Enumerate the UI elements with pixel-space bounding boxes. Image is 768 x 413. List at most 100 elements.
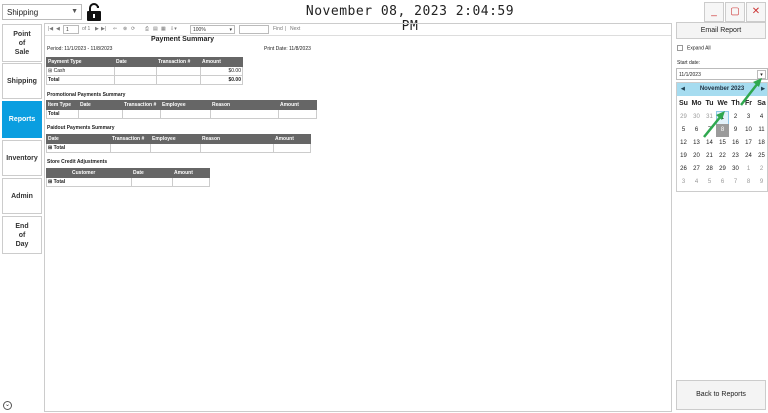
- sidebar-item-label: Inventory: [6, 154, 38, 162]
- calendar-day[interactable]: 15: [716, 137, 729, 150]
- department-dropdown[interactable]: Shipping ▼: [2, 4, 82, 20]
- calendar-day[interactable]: 6: [716, 176, 729, 189]
- back-icon[interactable]: ⇐: [113, 26, 117, 32]
- calendar-day[interactable]: 9: [755, 176, 768, 189]
- prev-page-icon[interactable]: ◀: [56, 26, 60, 32]
- calendar-day[interactable]: 30: [729, 163, 742, 176]
- calendar-day[interactable]: 21: [703, 150, 716, 163]
- export-icon[interactable]: ⇩▾: [170, 26, 177, 32]
- calendar-day[interactable]: 10: [742, 124, 755, 137]
- calendar-month-label: November 2023: [699, 86, 745, 92]
- table-cell: ⊞ Total: [46, 177, 132, 187]
- lock-icon[interactable]: [86, 2, 102, 22]
- promotional-title: Promotional Payments Summary: [47, 92, 126, 98]
- next-month-icon[interactable]: ▶: [761, 83, 765, 96]
- table-row: Total: [46, 109, 317, 119]
- print-layout-icon[interactable]: ▤: [153, 26, 158, 32]
- sidebar-item-point-of-sale[interactable]: Point of Sale: [2, 24, 42, 62]
- find-link[interactable]: Find: [273, 26, 283, 32]
- calendar-day[interactable]: 22: [716, 150, 729, 163]
- calendar-day[interactable]: 3: [677, 176, 690, 189]
- calendar-day[interactable]: 5: [677, 124, 690, 137]
- calendar-day[interactable]: 7: [703, 124, 716, 137]
- calendar-row: 26 27 28 29 30 1 2: [677, 163, 767, 176]
- find-input[interactable]: [239, 25, 269, 34]
- restore-button[interactable]: ▢: [725, 2, 745, 22]
- calendar-day[interactable]: 31: [703, 111, 716, 124]
- sidebar-item-label: Admin: [11, 192, 33, 200]
- start-date-label: Start date:: [677, 60, 701, 66]
- calendar-day[interactable]: 28: [703, 163, 716, 176]
- back-to-reports-button[interactable]: Back to Reports: [676, 380, 766, 410]
- table-row: ⊞ Cash $0.00: [46, 66, 243, 76]
- first-page-icon[interactable]: |◀: [48, 26, 53, 32]
- calendar-day[interactable]: 4: [690, 176, 703, 189]
- total-label: Total: [46, 109, 79, 119]
- expand-icon[interactable]: ⊞: [48, 68, 52, 74]
- table-header-row: Date Transaction # Employee Reason Amoun…: [46, 134, 311, 144]
- calendar-day[interactable]: 29: [677, 111, 690, 124]
- calendar-day[interactable]: 27: [690, 163, 703, 176]
- stop-icon[interactable]: ⊗: [123, 26, 127, 32]
- sidebar-item-inventory[interactable]: Inventory: [2, 140, 42, 176]
- expand-icon[interactable]: ⊞: [48, 179, 52, 185]
- calendar-day[interactable]: 26: [677, 163, 690, 176]
- calendar-day[interactable]: 5: [703, 176, 716, 189]
- calendar-day[interactable]: 11: [755, 124, 768, 137]
- table-header-row: Item Type Date Transaction # Employee Re…: [46, 100, 317, 110]
- calendar-day[interactable]: 1: [742, 163, 755, 176]
- calendar-day[interactable]: 2: [729, 111, 742, 124]
- calendar-day[interactable]: 13: [690, 137, 703, 150]
- sidebar-item-label: Point of Sale: [13, 30, 31, 56]
- sidebar-item-reports[interactable]: Reports: [2, 101, 42, 138]
- calendar-day[interactable]: 9: [729, 124, 742, 137]
- table-row: ⊞ Total: [46, 143, 311, 153]
- calendar-day[interactable]: 23: [729, 150, 742, 163]
- calendar-day[interactable]: 17: [742, 137, 755, 150]
- checkbox-icon[interactable]: [677, 45, 683, 51]
- calendar-day[interactable]: 30: [690, 111, 703, 124]
- sidebar-item-shipping[interactable]: Shipping: [2, 63, 42, 99]
- calendar-day[interactable]: 6: [690, 124, 703, 137]
- page-setup-icon[interactable]: ▦: [161, 26, 166, 32]
- sidebar-item-admin[interactable]: Admin: [2, 178, 42, 214]
- next-link[interactable]: Next: [290, 26, 300, 32]
- expand-icon[interactable]: ⊞: [48, 145, 52, 151]
- close-button[interactable]: ✕: [746, 2, 766, 22]
- calendar-day[interactable]: 2: [755, 163, 768, 176]
- payment-table: Payment Type Date Transaction # Amount ⊞…: [46, 57, 243, 85]
- expand-all-checkbox[interactable]: Expand All: [677, 45, 711, 51]
- calendar-day[interactable]: 25: [755, 150, 768, 163]
- minimize-button[interactable]: _: [704, 2, 724, 22]
- zoom-dropdown[interactable]: 100% ▾: [190, 25, 235, 34]
- calendar-day[interactable]: 20: [690, 150, 703, 163]
- refresh-icon[interactable]: ⟳: [131, 26, 135, 32]
- last-page-icon[interactable]: ▶|: [101, 26, 106, 32]
- expand-all-label: Expand All: [687, 45, 711, 52]
- calendar-day[interactable]: 24: [742, 150, 755, 163]
- print-icon[interactable]: ⎙: [145, 26, 149, 32]
- column-header: Transaction #: [110, 134, 151, 144]
- calendar-day[interactable]: 16: [729, 137, 742, 150]
- calendar-weekday: We: [717, 100, 728, 107]
- calendar-dropdown-button[interactable]: ▾: [757, 70, 766, 79]
- calendar-day[interactable]: 14: [703, 137, 716, 150]
- calendar-day[interactable]: 29: [716, 163, 729, 176]
- calendar-day[interactable]: 12: [677, 137, 690, 150]
- email-report-button[interactable]: Email Report: [676, 22, 766, 39]
- calendar-day[interactable]: 3: [742, 111, 755, 124]
- next-page-icon[interactable]: ▶: [95, 26, 99, 32]
- chevron-down-icon[interactable]: ⌄: [3, 401, 12, 410]
- table-cell: [156, 66, 201, 76]
- department-value: Shipping: [7, 8, 39, 17]
- calendar-day[interactable]: 4: [755, 111, 768, 124]
- calendar-day[interactable]: 19: [677, 150, 690, 163]
- calendar-day[interactable]: 8: [742, 176, 755, 189]
- start-date-input[interactable]: 11/1/2023 ▾: [676, 68, 768, 80]
- sidebar-item-end-of-day[interactable]: End of Day: [2, 216, 42, 254]
- prev-month-icon[interactable]: ◀: [681, 83, 685, 96]
- calendar-day[interactable]: 7: [729, 176, 742, 189]
- calendar-day[interactable]: 18: [755, 137, 768, 150]
- page-number-input[interactable]: 1: [63, 25, 79, 34]
- calendar-day[interactable]: 8: [716, 124, 729, 137]
